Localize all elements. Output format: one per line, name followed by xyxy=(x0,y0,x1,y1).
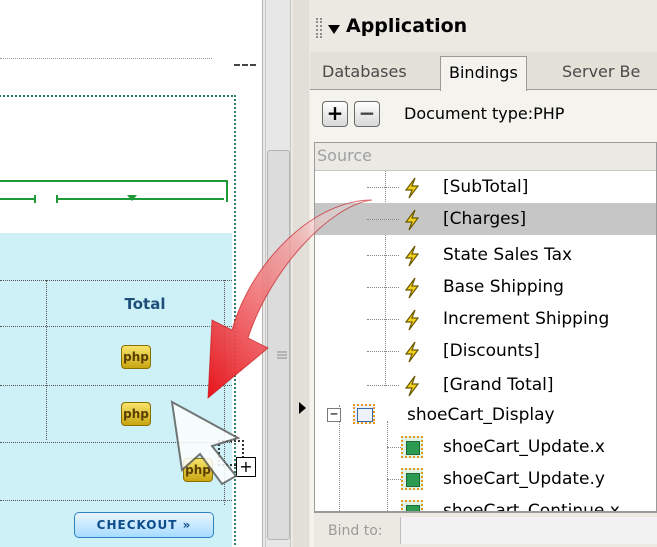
grid-line xyxy=(0,385,232,386)
tree-connector xyxy=(367,219,399,220)
document-type-label: Document type:PHP xyxy=(404,104,565,123)
grid-line xyxy=(0,326,232,327)
grid-line xyxy=(46,280,47,440)
bindings-toolbar: + − Document type:PHP xyxy=(310,90,657,142)
application-panel: Application Databases Bindings Server Be… xyxy=(310,0,657,547)
panel-title: Application xyxy=(346,15,468,37)
source-column-header[interactable]: Source xyxy=(315,143,656,171)
form-element-row[interactable]: shoeCart_Update.y xyxy=(315,463,656,495)
binding-label: Increment Shipping xyxy=(443,309,610,329)
tab-bindings[interactable]: Bindings xyxy=(440,56,527,91)
remove-binding-button[interactable]: − xyxy=(354,101,380,127)
recordset-row[interactable]: − shoeCart_Display xyxy=(315,399,656,431)
add-binding-button[interactable]: + xyxy=(322,101,348,127)
checkout-label: CHECKOUT xyxy=(96,518,178,532)
chevron-right-icon: » xyxy=(182,518,192,532)
total-column-header: Total xyxy=(124,295,166,313)
panel-tabs: Databases Bindings Server Be xyxy=(310,52,657,91)
ruler-line xyxy=(58,198,224,200)
tree-connector xyxy=(367,351,399,352)
tree-connector xyxy=(367,385,399,386)
binding-label: [Discounts] xyxy=(443,341,540,361)
binding-label: State Sales Tax xyxy=(443,245,573,265)
form-element-row[interactable]: shoeCart_Update.x xyxy=(315,431,656,463)
collapse-minus-icon[interactable]: − xyxy=(327,408,341,422)
binding-row[interactable]: Base Shipping xyxy=(315,271,656,303)
grid-line xyxy=(0,280,232,281)
dashed-marker xyxy=(234,64,256,66)
grid-line xyxy=(0,500,232,501)
panel-splitter[interactable] xyxy=(262,0,310,547)
binding-label: Base Shipping xyxy=(443,277,564,297)
tree-connector xyxy=(367,255,399,256)
form-element-icon xyxy=(401,468,423,490)
binding-label: [Charges] xyxy=(443,209,527,229)
lightning-bolt-icon xyxy=(404,309,420,331)
dotted-guide xyxy=(0,58,212,59)
scrollbar-thumb[interactable] xyxy=(267,150,290,540)
bind-to-label: Bind to: xyxy=(328,523,383,539)
recordset-icon xyxy=(353,404,375,424)
php-code-icon[interactable]: php xyxy=(121,345,151,369)
lightning-bolt-icon xyxy=(404,177,420,199)
binding-row[interactable]: [Discounts] xyxy=(315,335,656,367)
binding-label: [SubTotal] xyxy=(443,177,529,197)
form-element-label: shoeCart_Continue.x xyxy=(443,501,620,512)
form-element-label: shoeCart_Update.y xyxy=(443,469,605,489)
grid-line xyxy=(0,442,232,443)
ruler-tick xyxy=(34,195,36,203)
binding-row[interactable]: [Grand Total] xyxy=(315,369,656,401)
vertical-scrollbar[interactable] xyxy=(265,0,291,547)
bind-to-bar: Bind to: xyxy=(314,512,657,547)
form-element-icon xyxy=(401,436,423,458)
bindings-tree[interactable]: Source [SubTotal] [Charges] State Sales … xyxy=(314,142,657,512)
binding-row[interactable]: Increment Shipping xyxy=(315,303,656,335)
triangle-down-icon[interactable] xyxy=(328,25,340,34)
ruler-line xyxy=(0,198,34,200)
lightning-bolt-icon xyxy=(404,341,420,363)
checkout-button[interactable]: CHECKOUT » xyxy=(74,512,214,538)
binding-row[interactable]: [SubTotal] xyxy=(315,171,656,203)
recordset-label: shoeCart_Display xyxy=(407,405,555,425)
triangle-right-icon xyxy=(299,402,306,414)
drag-grip-icon[interactable] xyxy=(316,18,322,38)
binding-label: [Grand Total] xyxy=(443,375,554,395)
tree-connector xyxy=(367,187,399,188)
lightning-bolt-icon xyxy=(404,245,420,267)
tree-connector xyxy=(367,319,399,320)
ruler-end xyxy=(226,180,228,202)
php-code-icon[interactable]: php xyxy=(121,402,151,426)
form-element-row[interactable]: shoeCart_Continue.x xyxy=(315,495,656,512)
tab-databases[interactable]: Databases xyxy=(314,56,415,90)
bind-to-field[interactable] xyxy=(400,517,657,544)
drop-plus-icon: + xyxy=(236,457,256,477)
tree-connector xyxy=(387,447,401,448)
form-element-label: shoeCart_Update.x xyxy=(443,437,605,457)
design-view[interactable]: Total php php php CHECKOUT » + xyxy=(0,0,262,547)
tab-server-behaviors[interactable]: Server Be xyxy=(554,56,648,90)
collapse-panel-button[interactable] xyxy=(293,0,309,547)
grid-line xyxy=(224,280,225,505)
binding-row[interactable]: [Charges] xyxy=(315,203,656,235)
lightning-bolt-icon xyxy=(404,209,420,231)
tree-connector xyxy=(387,479,401,480)
column-width-ruler xyxy=(0,180,228,203)
tree-connector xyxy=(367,287,399,288)
ruler-menu-arrow-icon[interactable] xyxy=(127,195,137,201)
form-element-icon xyxy=(401,500,423,511)
binding-row[interactable]: State Sales Tax xyxy=(315,239,656,271)
panel-title-bar[interactable]: Application xyxy=(310,0,657,52)
grip-icon xyxy=(277,351,287,359)
lightning-bolt-icon xyxy=(404,375,420,397)
lightning-bolt-icon xyxy=(404,277,420,299)
php-code-icon[interactable]: php xyxy=(183,458,213,482)
